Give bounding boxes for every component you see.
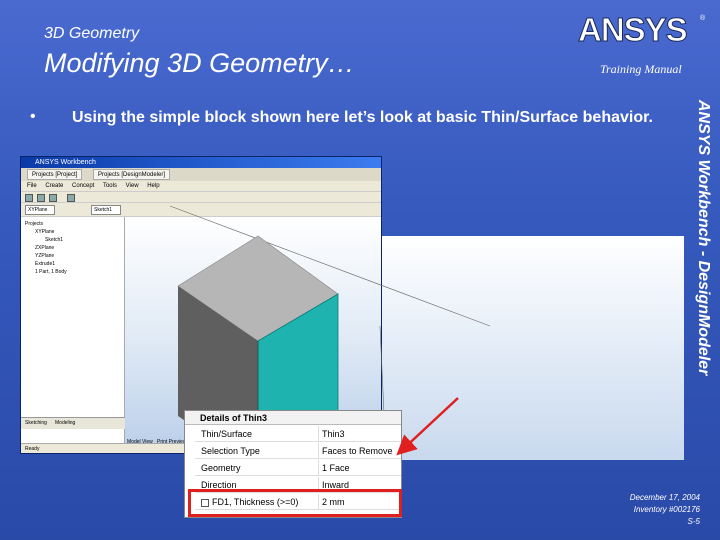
tree-item-sketch1[interactable]: Sketch1 [45, 237, 63, 243]
thickness-highlight-box [188, 489, 402, 517]
export-icon[interactable] [49, 194, 57, 202]
tree-item-xyplane[interactable]: XYPlane [35, 229, 54, 235]
tab-modeling[interactable]: Modeling [55, 420, 75, 426]
slide: 3D Geometry Modifying 3D Geometry… ANSYS… [0, 0, 720, 540]
svg-text:®: ® [700, 14, 706, 22]
svg-text:ANSYS: ANSYS [578, 11, 687, 48]
menu-tools[interactable]: Tools [103, 183, 117, 189]
tree-item-zxplane[interactable]: ZXPlane [35, 245, 54, 251]
training-manual-label: Training Manual [600, 62, 682, 76]
tree-tabs: Sketching Modeling [21, 417, 125, 429]
window-title: ANSYS Workbench [35, 159, 96, 166]
menu-concept[interactable]: Concept [72, 183, 94, 189]
slide-title: Modifying 3D Geometry… [44, 48, 355, 78]
tree-item-extrude1[interactable]: Extrude1 [35, 261, 55, 267]
menu-view[interactable]: View [126, 183, 139, 189]
tab-sketching[interactable]: Sketching [25, 420, 47, 426]
menu-file[interactable]: File [27, 183, 37, 189]
footer-date: December 17, 2004 [629, 493, 700, 502]
bullet-text: Using the simple block shown here let’s … [72, 109, 653, 126]
project-tabs: Projects [Project] Projects [DesignModel… [21, 168, 381, 181]
sketch-select[interactable]: Sketch1 [91, 205, 121, 215]
tree-item-parts[interactable]: 1 Part, 1 Body [35, 269, 67, 275]
ansys-logo: ANSYS ® [578, 11, 707, 49]
footer-inventory: Inventory #002176 [633, 505, 700, 514]
callout-arrow [396, 397, 459, 456]
tree-item-yzplane[interactable]: YZPlane [35, 253, 54, 259]
bullet-dot: • [30, 108, 36, 125]
tab-designmodeler[interactable]: Projects [DesignModeler] [93, 169, 171, 180]
new-icon[interactable] [25, 194, 33, 202]
slide-footer: December 17, 2004 Inventory #002176 S-5 [610, 492, 700, 528]
menu-create[interactable]: Create [45, 183, 63, 189]
save-icon[interactable] [37, 194, 45, 202]
menu-help[interactable]: Help [147, 183, 159, 189]
tree-outline: Projects XYPlane Sketch1 ZXPlane YZPlane… [21, 217, 125, 447]
window-titlebar: ANSYS Workbench [21, 157, 381, 168]
tree-item-projects[interactable]: Projects [25, 221, 43, 227]
select-icon[interactable] [67, 194, 75, 202]
vertical-course-label: ANSYS Workbench - DesignModeler [695, 100, 712, 376]
tab-project[interactable]: Projects [Project] [27, 169, 83, 180]
slide-subtitle: 3D Geometry [44, 25, 140, 42]
plane-select[interactable]: XYPlane [25, 205, 55, 215]
footer-page: S-5 [687, 517, 700, 526]
